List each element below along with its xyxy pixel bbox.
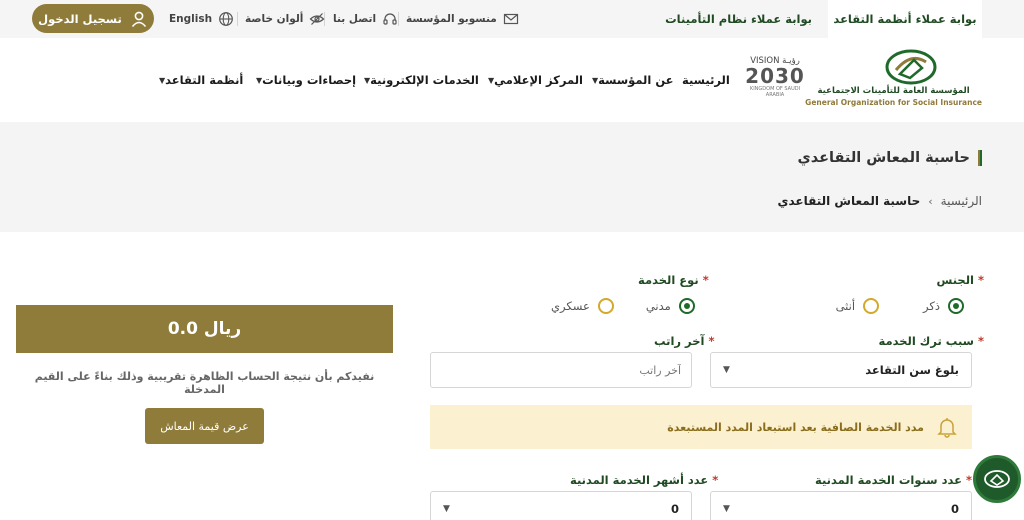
nav-media[interactable]: ▼ المركز الإعلامي [482,38,583,122]
headset-icon [383,13,397,25]
breadcrumb-current: حاسبة المعاش التقاعدي [777,194,921,208]
title-accent-bar [978,150,982,166]
gender-male-radio[interactable] [948,298,964,314]
contact-label: اتصل بنا [333,13,377,25]
pension-amount: 0.0 ريال [167,319,242,339]
contact-link[interactable]: اتصل بنا [333,0,398,38]
language-switch[interactable]: English [169,0,234,38]
civil-months-label: عدد أشهر الخدمة المدنية * [570,473,718,487]
leave-reason-value: بلوغ سن التقاعد [865,363,959,377]
nav-eservices-label: الخدمات الإلكترونية [370,73,479,87]
special-colors-link[interactable]: ألوان خاصة [245,0,325,38]
nav-home[interactable]: الرئيسية [682,38,730,122]
show-pension-button[interactable]: عرض قيمة المعاش [145,408,264,444]
chevron-down-icon: ▼ [723,504,730,514]
divider [237,12,238,26]
show-pension-label: عرض قيمة المعاش [160,419,249,433]
last-salary-label-text: آخر راتب [654,334,705,348]
nav-home-label: الرئيسية [682,73,730,87]
bell-icon [937,418,957,438]
breadcrumb: حاسبة المعاش التقاعدي ‹ الرئيسية [777,194,982,208]
vision-year: 2030 [745,64,805,88]
gender-female-text: أنثى [835,299,856,313]
leave-reason-label: سبب ترك الخدمة * [879,334,985,348]
gender-label-text: الجنس [936,273,974,287]
leave-reason-select[interactable]: ▼ بلوغ سن التقاعد [710,352,972,388]
globe-icon [219,12,233,26]
civil-years-value: 0 [950,502,959,516]
civil-months-value: 0 [670,502,679,516]
required-mark: * [977,334,984,348]
nav-about[interactable]: ▼ عن المؤسسة [586,38,674,122]
nav-media-label: المركز الإعلامي [494,73,583,87]
service-military-text: عسكري [551,299,590,313]
civil-months-select[interactable]: ▼ 0 [430,491,692,520]
main-header: المؤسسة العامة للتأمينات الاجتماعية Gene… [0,38,1024,122]
employees-label: منسوبو المؤسسة [406,13,497,25]
required-mark: * [977,273,984,287]
portal-insurance-tab[interactable]: بوابة عملاء نظام التأمينات [665,0,812,38]
nav-retirement[interactable]: ▼ أنظمة التقاعد [153,38,243,122]
gender-male-text: ذكر [923,299,940,313]
gender-radio-group: أنثى ذكر [836,298,964,314]
nav-retirement-label: أنظمة التقاعد [165,73,244,87]
service-type-label-text: نوع الخدمة [638,273,699,287]
chevron-down-icon: ▼ [723,365,730,375]
service-type-label: نوع الخدمة * [638,273,709,287]
gosi-logo-text: المؤسسة العامة للتأمينات الاجتماعية Gene… [805,86,982,107]
service-notice: مدد الخدمة الصافية بعد استبعاد المدد الم… [430,405,972,449]
service-type-radio-group: عسكري مدني [551,298,695,314]
civil-years-select[interactable]: ▼ 0 [710,491,972,520]
leave-reason-label-text: سبب ترك الخدمة [878,334,974,348]
divider [398,12,399,26]
notice-text: مدد الخدمة الصافية بعد استبعاد المدد الم… [667,420,924,434]
nav-eservices[interactable]: ▼ الخدمات الإلكترونية [358,38,479,122]
page-title-text: حاسبة المعاش التقاعدي [797,150,970,166]
vision-2030-logo: VISION رؤيـة 2030 KINGDOM OF SAUDI ARABI… [742,56,808,104]
special-colors-label: ألوان خاصة [245,13,304,25]
login-button[interactable]: تسجيل الدخول [32,4,154,33]
nav-about-label: عن المؤسسة [598,73,674,87]
login-label: تسجيل الدخول [38,11,122,26]
required-mark: * [702,273,709,287]
chevron-down-icon: ▼ [443,504,450,514]
service-civil-radio[interactable] [678,298,695,314]
logo-name-ar: المؤسسة العامة للتأمينات الاجتماعية [817,86,970,96]
required-mark: * [965,473,972,487]
nav-stats[interactable]: ▼ إحصاءات وبيانات [250,38,356,122]
civil-years-label-text: عدد سنوات الخدمة المدنية [814,473,962,487]
top-utility-bar: بوابة عملاء أنظمة التقاعد بوابة عملاء نظ… [0,0,1024,38]
last-salary-input[interactable] [430,352,692,388]
portal-retirement-tab[interactable]: بوابة عملاء أنظمة التقاعد [828,0,982,38]
required-mark: * [712,473,719,487]
gender-label: الجنس * [936,273,984,287]
last-salary-label: آخر راتب * [654,334,714,348]
page-title-band [0,122,1024,232]
vision-sub-text: KINGDOM OF SAUDI ARABIA [749,86,801,98]
mail-icon [503,13,518,25]
employees-link[interactable]: منسوبو المؤسسة [406,0,519,38]
gosi-logo-icon[interactable] [884,48,938,86]
required-mark: * [708,334,715,348]
civil-months-label-text: عدد أشهر الخدمة المدنية [570,473,709,487]
pension-result: 0.0 ريال [16,305,393,353]
logo-name-en: General Organization for Social Insuranc… [805,98,982,107]
chevron-left-icon: ‹ [928,194,933,208]
result-note: نفيدكم بأن نتيجة الحساب الظاهرة تقريبية … [34,370,375,396]
service-military-radio[interactable] [597,298,614,314]
nav-stats-label: إحصاءات وبيانات [262,73,357,87]
page-title: حاسبة المعاش التقاعدي [797,150,982,166]
gosi-emblem-icon [984,470,1010,488]
civil-years-label: عدد سنوات الخدمة المدنية * [815,473,972,487]
floating-assistant-button[interactable] [973,455,1021,503]
gender-female-radio[interactable] [863,298,880,314]
user-icon [131,11,146,27]
breadcrumb-home[interactable]: الرئيسية [941,194,982,208]
language-label: English [169,13,213,25]
service-civil-text: مدني [645,299,671,313]
eye-slash-icon [309,13,325,25]
